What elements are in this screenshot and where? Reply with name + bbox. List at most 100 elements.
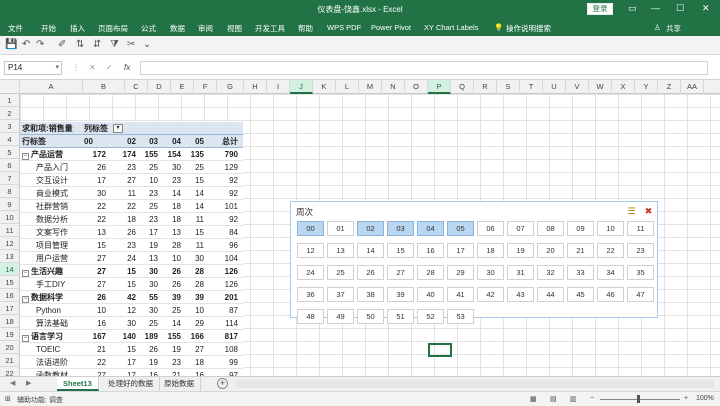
column-header-m[interactable]: M — [359, 80, 382, 94]
collapse-icon[interactable]: − — [22, 296, 29, 303]
sort-ascending-icon[interactable]: ⇅ — [76, 39, 84, 50]
row-header-10[interactable]: 10 — [0, 211, 20, 224]
next-sheet-icon[interactable]: ▶ — [26, 379, 31, 387]
sort-descending-icon[interactable]: ⇵ — [93, 39, 101, 50]
slicer-item-15[interactable]: 15 — [387, 243, 414, 258]
slicer-item-37[interactable]: 37 — [327, 287, 354, 302]
tab-data[interactable]: 数据 — [170, 23, 185, 34]
select-all-corner[interactable] — [0, 80, 20, 94]
pivot-item-row[interactable]: 法语进阶 22 17 19 23 18 99 — [20, 356, 243, 369]
slicer-item-33[interactable]: 33 — [567, 265, 594, 280]
enter-icon[interactable]: ✓ — [106, 63, 113, 72]
column-header-q[interactable]: Q — [451, 80, 474, 94]
slicer-item-07[interactable]: 07 — [507, 221, 534, 236]
name-box[interactable]: P14 ▾ — [4, 61, 62, 75]
pivot-group-row[interactable]: − 语言学习 167 140 189 155 166 817 — [20, 330, 243, 343]
slicer-item-39[interactable]: 39 — [387, 287, 414, 302]
column-header-u[interactable]: U — [543, 80, 566, 94]
column-filter-button[interactable]: ▾ — [113, 124, 123, 133]
column-header-t[interactable]: T — [520, 80, 543, 94]
slicer-item-50[interactable]: 50 — [357, 309, 384, 324]
slicer-item-12[interactable]: 12 — [297, 243, 324, 258]
insert-function-icon[interactable]: fx — [124, 63, 130, 72]
slicer-item-34[interactable]: 34 — [597, 265, 624, 280]
close-icon[interactable]: ✕ — [702, 2, 710, 14]
slicer-item-24[interactable]: 24 — [297, 265, 324, 280]
zoom-in-button[interactable]: + — [684, 395, 688, 402]
zoom-level[interactable]: 100% — [696, 395, 714, 402]
pivot-item-row[interactable]: 算法基础 16 30 25 14 29 114 — [20, 317, 243, 330]
column-header-g[interactable]: G — [217, 80, 244, 94]
pivot-item-row[interactable]: 交互设计 17 27 10 23 15 92 — [20, 174, 243, 187]
slicer-item-53[interactable]: 53 — [447, 309, 474, 324]
slicer-item-06[interactable]: 06 — [477, 221, 504, 236]
slicer-item-51[interactable]: 51 — [387, 309, 414, 324]
minimize-icon[interactable]: — — [651, 2, 660, 14]
pivot-group-row[interactable]: − 产品运营 172 174 155 154 135 790 — [20, 148, 243, 161]
slicer-item-46[interactable]: 46 — [597, 287, 624, 302]
slicer-item-13[interactable]: 13 — [327, 243, 354, 258]
week-slicer[interactable]: 周次 ☰ ✖ 00 01 02 03 04 05 06 07 08 09 10 11 12 13 14 15 1… — [290, 201, 658, 324]
slicer-item-03[interactable]: 03 — [387, 221, 414, 236]
pivot-item-row[interactable]: 社群营销 22 22 25 18 14 101 — [20, 200, 243, 213]
slicer-item-35[interactable]: 35 — [627, 265, 654, 280]
clear-filter-icon[interactable]: ✂ — [127, 39, 135, 50]
sheet-tab-sheet13[interactable]: Sheet13 — [57, 377, 99, 391]
row-header-9[interactable]: 9 — [0, 198, 20, 211]
slicer-item-20[interactable]: 20 — [537, 243, 564, 258]
add-sheet-button[interactable]: + — [217, 378, 228, 389]
row-header-17[interactable]: 17 — [0, 302, 20, 315]
horizontal-scrollbar[interactable] — [236, 380, 714, 388]
tab-power-pivot[interactable]: Power Pivot — [371, 23, 411, 32]
tab-xy-chart-labels[interactable]: XY Chart Labels — [424, 23, 478, 32]
tab-page-layout[interactable]: 页面布局 — [98, 23, 128, 34]
column-header-aa[interactable]: AA — [681, 80, 704, 94]
clear-filter-icon[interactable]: ✖ — [642, 205, 655, 217]
ribbon-display-icon[interactable]: ▭ — [628, 2, 637, 14]
collapse-icon[interactable]: − — [22, 335, 29, 342]
pivot-item-row[interactable]: 项目管理 15 23 19 28 11 96 — [20, 239, 243, 252]
slicer-item-47[interactable]: 47 — [627, 287, 654, 302]
column-header-j[interactable]: J — [290, 80, 313, 94]
pivot-item-row[interactable]: 用户运营 27 24 13 10 30 104 — [20, 252, 243, 265]
tab-help[interactable]: 帮助 — [298, 23, 313, 34]
tab-insert[interactable]: 插入 — [70, 23, 85, 34]
pivot-column-labels[interactable]: 列标签 — [84, 122, 108, 135]
row-header-8[interactable]: 8 — [0, 185, 20, 198]
row-header-5[interactable]: 5 — [0, 146, 20, 159]
slicer-item-11[interactable]: 11 — [627, 221, 654, 236]
slicer-item-04[interactable]: 04 — [417, 221, 444, 236]
pivot-group-row[interactable]: − 数据科学 26 42 55 39 39 201 — [20, 291, 243, 304]
column-header-d[interactable]: D — [148, 80, 171, 94]
slicer-item-19[interactable]: 19 — [507, 243, 534, 258]
slicer-item-36[interactable]: 36 — [297, 287, 324, 302]
collapse-icon[interactable]: − — [22, 153, 29, 160]
row-header-19[interactable]: 19 — [0, 328, 20, 341]
pivot-item-row[interactable]: 文案写作 13 26 17 13 15 84 — [20, 226, 243, 239]
slicer-item-28[interactable]: 28 — [417, 265, 444, 280]
undo-icon[interactable]: ↶ — [22, 39, 30, 50]
row-header-22[interactable]: 22 — [0, 367, 20, 376]
slicer-item-29[interactable]: 29 — [447, 265, 474, 280]
slicer-item-30[interactable]: 30 — [477, 265, 504, 280]
slicer-item-01[interactable]: 01 — [327, 221, 354, 236]
tab-file[interactable]: 文件 — [8, 23, 23, 34]
customize-toolbar-icon[interactable]: ⌄ — [143, 39, 151, 50]
formula-input[interactable] — [140, 61, 708, 75]
pivot-item-row[interactable]: 数据分析 22 18 23 18 11 92 — [20, 213, 243, 226]
column-header-i[interactable]: I — [267, 80, 290, 94]
chevron-down-icon[interactable]: ▾ — [55, 62, 59, 74]
row-header-12[interactable]: 12 — [0, 237, 20, 250]
slicer-item-16[interactable]: 16 — [417, 243, 444, 258]
pivot-item-row[interactable]: TOEIC 21 15 26 19 27 108 — [20, 343, 243, 356]
slicer-item-52[interactable]: 52 — [417, 309, 444, 324]
maximize-icon[interactable]: ☐ — [676, 2, 684, 14]
zoom-out-button[interactable]: − — [590, 395, 594, 402]
column-header-n[interactable]: N — [382, 80, 405, 94]
sheet-tab-processed-data[interactable]: 处理好的数据 — [102, 377, 160, 391]
slicer-item-10[interactable]: 10 — [597, 221, 624, 236]
row-header-21[interactable]: 21 — [0, 354, 20, 367]
slicer-item-42[interactable]: 42 — [477, 287, 504, 302]
page-break-view-icon[interactable]: ▥ — [570, 395, 577, 403]
login-button[interactable]: 登录 — [587, 3, 613, 15]
